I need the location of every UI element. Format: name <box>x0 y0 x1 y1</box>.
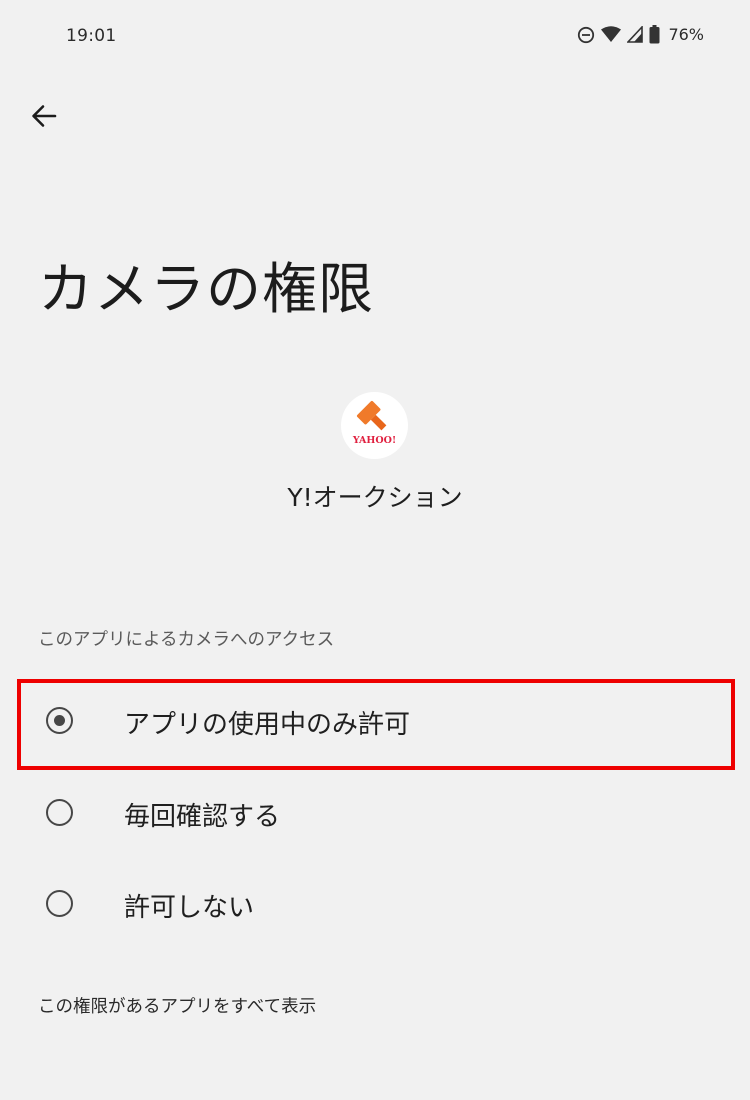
status-time: 19:01 <box>66 26 117 46</box>
page-title: カメラの権限 <box>38 257 375 321</box>
back-button[interactable] <box>22 96 66 140</box>
see-all-apps-link[interactable]: この権限があるアプリをすべて表示 <box>38 993 316 1018</box>
arrow-left-icon <box>30 102 58 134</box>
radio-dot <box>53 714 65 726</box>
option-ask-every-time[interactable]: 毎回確認する <box>0 771 750 859</box>
status-icons: 76% <box>577 25 704 44</box>
radio-unselected-icon[interactable] <box>46 799 73 826</box>
app-icon: YAHOO! <box>341 392 408 459</box>
wifi-icon <box>601 26 622 43</box>
battery-percentage: 76% <box>668 25 704 44</box>
option-label: 許可しない <box>124 893 255 923</box>
do-not-disturb-icon <box>577 26 595 44</box>
yahoo-logo-text: YAHOO! <box>352 435 396 446</box>
battery-icon <box>649 25 660 44</box>
radio-selected-icon[interactable] <box>46 707 73 734</box>
status-bar: 19:01 76% <box>0 0 750 76</box>
cellular-signal-icon <box>627 26 644 43</box>
option-deny[interactable]: 許可しない <box>0 862 750 950</box>
radio-unselected-icon[interactable] <box>46 890 73 917</box>
app-name: Y!オークション <box>287 483 463 512</box>
option-label: 毎回確認する <box>124 802 281 832</box>
yahoo-auction-gavel-icon: YAHOO! <box>341 400 408 459</box>
option-allow-while-using[interactable]: アプリの使用中のみ許可 <box>0 679 750 767</box>
section-label: このアプリによるカメラへのアクセス <box>38 630 335 650</box>
option-label: アプリの使用中のみ許可 <box>124 710 411 740</box>
